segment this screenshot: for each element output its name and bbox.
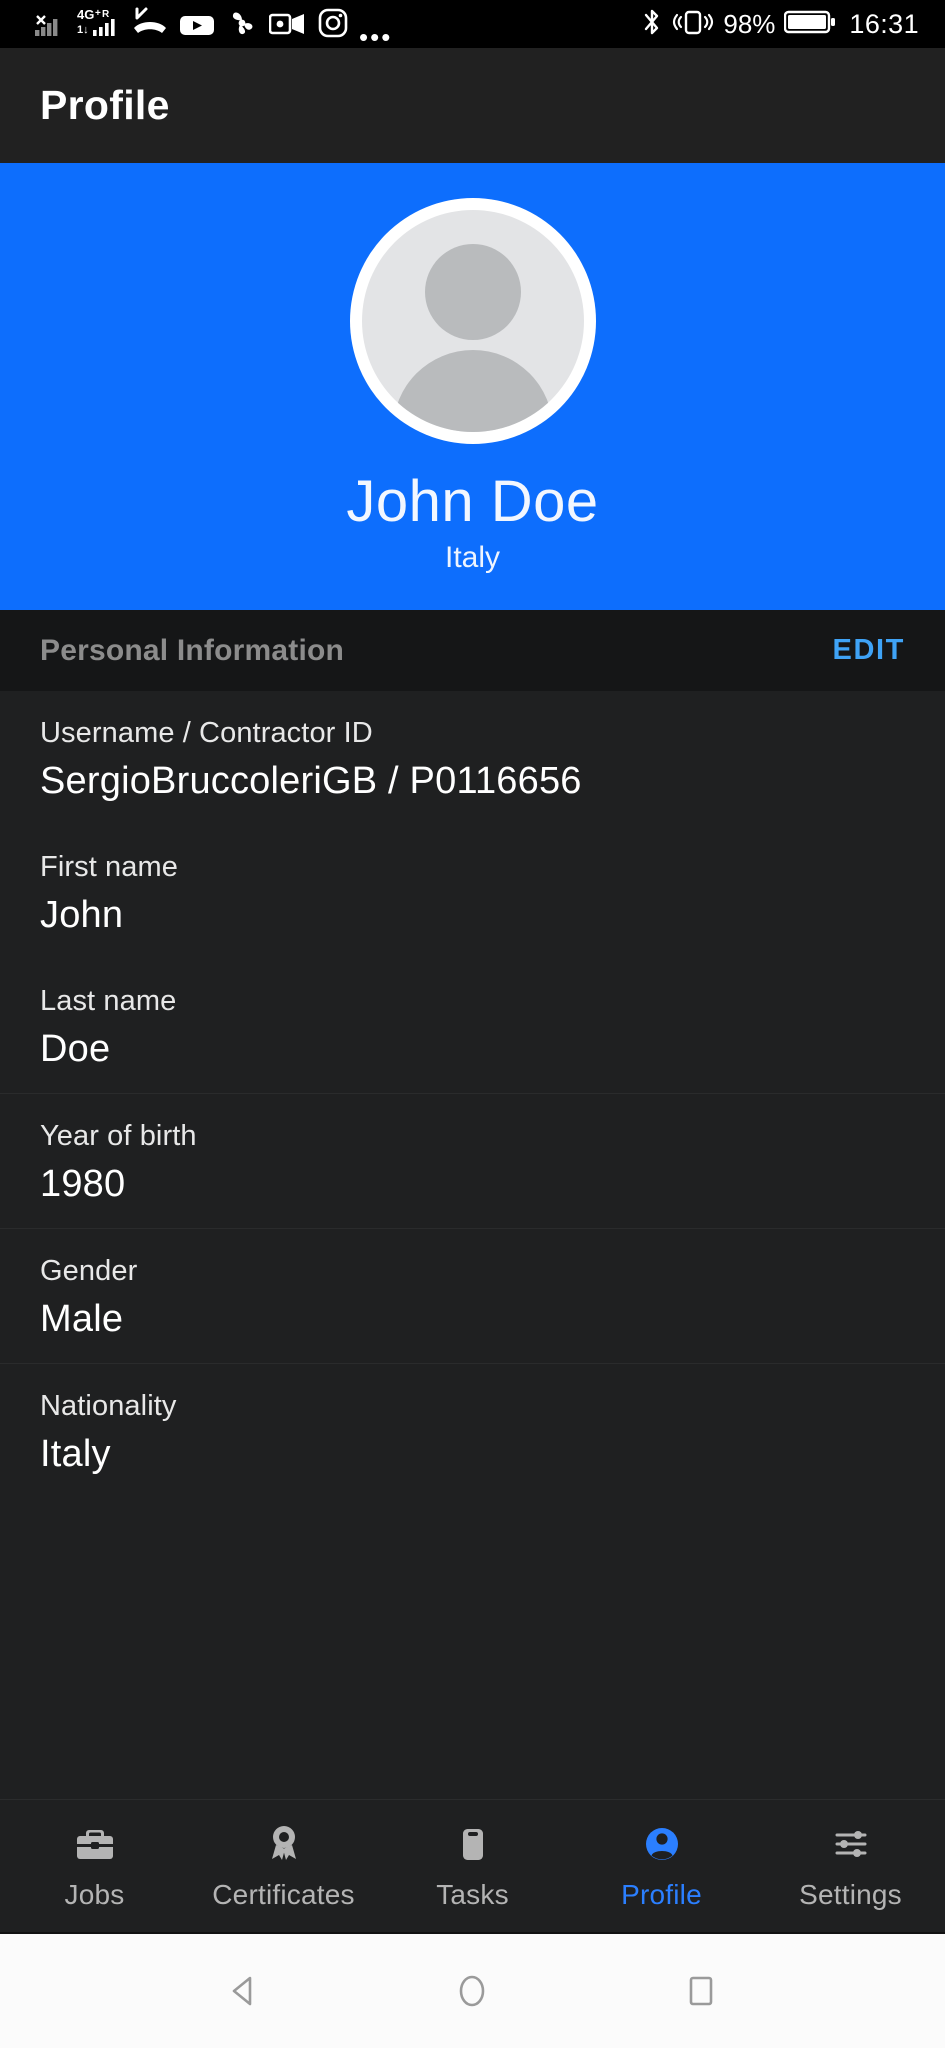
field-value: Doe [40, 1028, 111, 1070]
field-row: Last name Doe [0, 959, 945, 1094]
field-label: Last name [40, 985, 177, 1017]
field-row: Nationality Italy [0, 1364, 945, 1498]
status-bar-clock: 16:31 [849, 8, 919, 39]
phone-screen: 4G + R 1↓ ••• 98% 16:31 Profile John Doe… [0, 0, 945, 2048]
personal-information-header: Personal Information EDIT [0, 607, 945, 691]
field-row: First name John [0, 825, 945, 959]
svg-text:1↓: 1↓ [77, 24, 89, 36]
avatar-head-shape [424, 244, 521, 340]
status-bar-right-icons: 98% 16:31 [641, 7, 919, 42]
field-row: Username / Contractor ID SergioBruccoler… [0, 691, 945, 825]
bluetooth-icon [641, 7, 663, 42]
bottom-tab-bar: Jobs Certificates Tasks Profile Settings [0, 1799, 945, 1932]
tab-certificates[interactable]: Certificates [189, 1800, 378, 1932]
recents-square-icon[interactable] [656, 1946, 746, 2036]
field-row: Gender Male [0, 1229, 945, 1364]
avatar-body-shape [392, 350, 553, 432]
section-title: Personal Information [40, 633, 345, 667]
field-value: John [40, 894, 124, 936]
tab-label: Tasks [436, 1879, 509, 1910]
tab-label: Jobs [64, 1879, 125, 1910]
field-value: Italy [40, 1433, 111, 1475]
tab-profile[interactable]: Profile [567, 1800, 756, 1932]
field-value: Male [40, 1298, 124, 1340]
fan-icon [226, 8, 258, 43]
field-label: Username / Contractor ID [40, 717, 373, 749]
tab-tasks[interactable]: Tasks [378, 1800, 567, 1932]
svg-text:+: + [95, 8, 101, 19]
person-circle-icon [638, 1821, 686, 1867]
youtube-icon [179, 12, 215, 43]
svg-text:4G: 4G [77, 7, 94, 22]
field-label: Year of birth [40, 1120, 197, 1152]
battery-icon [784, 8, 836, 41]
battery-percent-label: 98% [723, 8, 776, 39]
field-label: First name [40, 851, 178, 883]
outlook-icon [268, 10, 307, 43]
tab-label: Certificates [212, 1879, 355, 1910]
sliders-icon [827, 1821, 875, 1867]
profile-hero: John Doe Italy [0, 163, 945, 607]
android-navigation-bar [0, 1932, 945, 2048]
page-title: Profile [40, 82, 170, 128]
4g-plus-r-signal-icon: 4G + R 1↓ [77, 6, 121, 43]
tab-label: Profile [621, 1879, 702, 1910]
missed-call-icon [132, 6, 168, 43]
profile-name: John Doe [346, 469, 599, 534]
svg-text:R: R [102, 9, 110, 20]
signal-x-icon [34, 8, 66, 43]
briefcase-icon [71, 1821, 119, 1867]
status-overflow-icon: ••• [359, 21, 393, 52]
field-value: 1980 [40, 1163, 126, 1205]
field-value: SergioBruccoleriGB / P0116656 [40, 760, 582, 802]
award-ribbon-icon [260, 1821, 308, 1867]
avatar[interactable] [349, 198, 596, 444]
clipboard-icon [449, 1821, 497, 1867]
profile-country: Italy [444, 541, 501, 574]
home-circle-icon[interactable] [427, 1946, 517, 2036]
status-bar: 4G + R 1↓ ••• 98% 16:31 [0, 0, 945, 52]
tab-jobs[interactable]: Jobs [0, 1800, 189, 1932]
tab-label: Settings [799, 1879, 902, 1910]
field-row: Year of birth 1980 [0, 1094, 945, 1229]
tab-settings[interactable]: Settings [756, 1800, 945, 1932]
back-triangle-icon[interactable] [199, 1946, 289, 2036]
vibrate-icon [672, 7, 714, 42]
field-label: Nationality [40, 1390, 177, 1422]
personal-information-fields: Username / Contractor ID SergioBruccoler… [0, 691, 945, 1799]
field-label: Gender [40, 1255, 138, 1287]
status-bar-left-icons: 4G + R 1↓ ••• [34, 6, 393, 52]
instagram-icon [318, 8, 348, 43]
app-bar: Profile [0, 48, 945, 163]
default-avatar-icon [361, 210, 584, 432]
edit-button[interactable]: EDIT [833, 634, 905, 667]
